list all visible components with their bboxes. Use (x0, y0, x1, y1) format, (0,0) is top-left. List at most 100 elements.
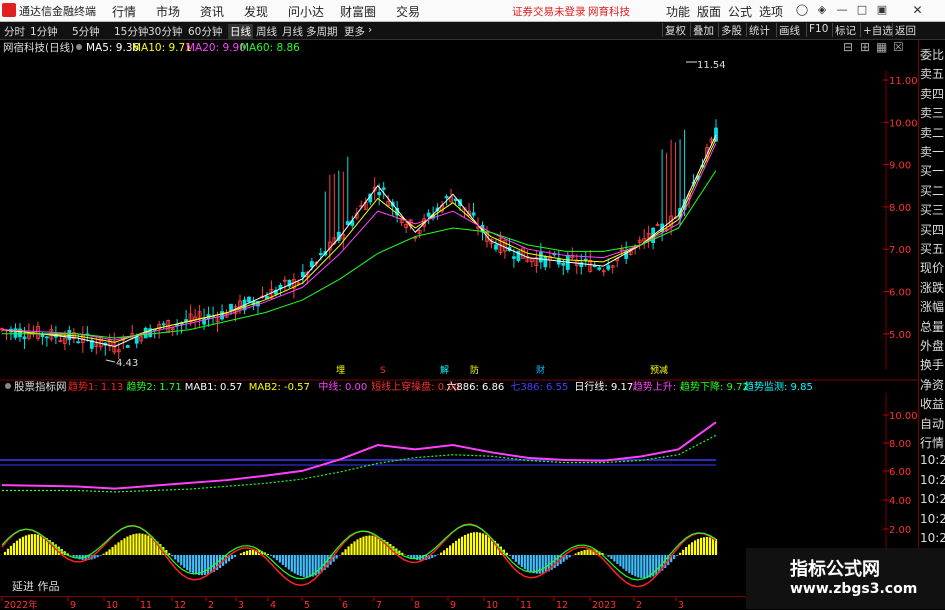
menu-function[interactable]: 功能 (666, 3, 690, 20)
candle-body (583, 258, 588, 261)
grid-icon[interactable]: ▦ (876, 40, 887, 54)
candle-body (377, 192, 382, 196)
side-panel-item: 净资 (920, 377, 945, 392)
indicator-legend-item: MAB2: -0.57 (249, 382, 310, 393)
indicator-legend-item: 趋势1: 1.13 (68, 380, 123, 393)
restore-icon[interactable]: □ (852, 0, 872, 20)
tab-15min[interactable]: 15分钟 (114, 24, 148, 39)
main-price-chart[interactable]: 网宿科技(日线) MA5: 9.36 MA10: 9.71 MA20: 9.90… (0, 40, 918, 378)
tab-daily[interactable]: 日线 (228, 24, 253, 39)
more-arrow-icon[interactable]: › (368, 24, 372, 36)
trend-up-line (1, 421, 717, 490)
draw-line-button[interactable]: 画线 (776, 23, 802, 37)
menu-trade[interactable]: 交易 (396, 3, 420, 20)
menu-wealth[interactable]: 财富圈 (340, 3, 376, 20)
price-tick-label: 5.00 (889, 330, 911, 341)
app-logo-icon (2, 3, 16, 17)
tab-intraday[interactable]: 分时 (4, 24, 25, 39)
side-panel-item: 收益 (920, 397, 945, 412)
candle-body (538, 252, 543, 263)
ma-line-ma60 (2, 170, 717, 339)
signal-marker: S (380, 366, 386, 376)
company-notice[interactable]: 网育科技 (588, 4, 630, 19)
price-tick-label: 6.00 (889, 288, 911, 299)
side-panel-item[interactable]: 10:2 (920, 492, 945, 506)
side-panel-item: 总量 (920, 319, 945, 334)
skin-icon[interactable]: ◈ (812, 0, 832, 20)
ma-line-ma5 (1, 134, 717, 348)
legend-settings-icon[interactable] (76, 44, 82, 50)
candle-body (426, 212, 431, 217)
price-tick-label: 10.00 (889, 118, 918, 129)
candle-body (714, 127, 718, 142)
candle-body (134, 336, 139, 344)
tab-monthly[interactable]: 月线 (282, 24, 303, 39)
tab-60min[interactable]: 60分钟 (188, 24, 222, 39)
indicator-tick-label: 4.00 (889, 496, 911, 507)
candle-body (597, 267, 602, 270)
tab-more[interactable]: 更多 (344, 24, 365, 39)
maximize-icon[interactable]: ▣ (872, 0, 892, 20)
tab-1min[interactable]: 1分钟 (30, 24, 58, 39)
tab-30min[interactable]: 30分钟 (148, 24, 182, 39)
candle-body (161, 323, 166, 326)
f10-button[interactable]: F10 (806, 23, 830, 37)
indicator-legend-item: 七386: 6.55 (510, 381, 568, 393)
indicator-title: 股票指标网 (14, 380, 67, 393)
side-panel-item: 卖五 (920, 67, 945, 82)
side-panel-item: 换手 (920, 358, 945, 373)
high-price-label: 11.54 (697, 60, 726, 71)
trend-down-line (2, 434, 717, 493)
indicator-settings-icon[interactable] (5, 383, 11, 389)
menu-news[interactable]: 资讯 (200, 3, 224, 20)
indicator-legend-item: 趋势上升: - (633, 380, 684, 393)
plus-icon[interactable]: ⊞ (860, 40, 870, 54)
mark-button[interactable]: 标记 (832, 23, 858, 37)
candle-body (247, 296, 251, 303)
side-panel-item: 卖四 (920, 86, 945, 101)
multi-stock-button[interactable]: 多股 (718, 23, 744, 37)
side-panel-item: 买五 (920, 242, 945, 256)
minimize-icon[interactable]: — (832, 0, 852, 20)
close-icon[interactable]: ✕ (895, 0, 940, 20)
stats-button[interactable]: 统计 (746, 23, 772, 37)
side-panel-item[interactable]: 自动 (920, 415, 944, 432)
overlay-button[interactable]: 叠加 (690, 23, 716, 37)
candle-body (543, 256, 548, 268)
indicator-tick-label: 6.00 (889, 467, 911, 478)
tab-multi-period[interactable]: 多周期 (306, 24, 338, 39)
menu-layout[interactable]: 版面 (697, 3, 721, 20)
add-favorite-button[interactable]: +自选 (860, 23, 895, 37)
indicator-legend-item: 趋势2: 1.71 (126, 380, 181, 393)
signal-marker: 财 (536, 364, 545, 376)
side-panel-item[interactable]: 10:2 (920, 473, 945, 487)
menu-quotes[interactable]: 行情 (112, 3, 136, 20)
menu-discover[interactable]: 发现 (244, 3, 268, 20)
stock-name: 网宿科技(日线) (3, 41, 74, 54)
trend-price-lines (1, 421, 717, 493)
adjust-button[interactable]: 复权 (662, 23, 688, 37)
menu-market[interactable]: 市场 (156, 3, 180, 20)
tab-5min[interactable]: 5分钟 (72, 24, 100, 39)
menu-assistant[interactable]: 问小达 (288, 3, 324, 20)
minus-icon[interactable]: ⊟ (843, 40, 853, 54)
close-panel-icon[interactable]: ☒ (893, 40, 904, 54)
app-title: 通达信金融终端 (19, 5, 96, 18)
login-notice[interactable]: 证券交易未登录 (512, 4, 586, 19)
back-button[interactable]: 返回 (892, 23, 918, 37)
indicator-legend: 趋势1: 1.13 趋势2: 1.71 MAB1: 0.57 MAB2: -0.57 中… (68, 380, 813, 393)
side-panel-item[interactable]: 10:2 (920, 453, 945, 467)
menu-formula[interactable]: 公式 (728, 3, 752, 20)
side-panel-item[interactable]: 行情 (920, 434, 944, 451)
menu-options[interactable]: 选项 (759, 3, 783, 20)
low-price-label: 4.43 (116, 358, 138, 369)
side-panel-item[interactable]: 10:2 (920, 512, 945, 526)
user-icon[interactable]: ◯ (792, 0, 812, 20)
side-panel-item: 卖二 (920, 125, 945, 140)
indicator-legend-item: 趋势下降: 9.72 (680, 380, 749, 393)
time-tick-label: 2022年 (4, 599, 38, 610)
candle-body (45, 336, 49, 339)
signal-marker: 防 (470, 364, 479, 376)
tab-weekly[interactable]: 周线 (256, 24, 277, 39)
side-panel-item[interactable]: 10:2 (920, 531, 945, 545)
